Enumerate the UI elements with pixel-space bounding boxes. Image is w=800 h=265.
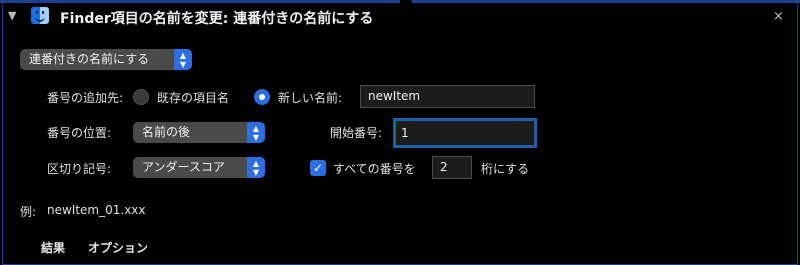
digits-suffix-label: 桁にする — [481, 162, 530, 176]
start-number-field[interactable]: 1 — [393, 118, 537, 148]
digits-checkbox[interactable]: ✓ — [310, 160, 326, 176]
new-name-field[interactable]: newItem — [360, 85, 535, 108]
radio-existing-name-label: 既存の項目名 — [157, 91, 230, 105]
tab-results[interactable]: 結果 — [41, 239, 65, 256]
radio-new-name[interactable] — [254, 89, 270, 105]
separator-popup[interactable]: アンダースコア ▲ ▼ — [133, 157, 265, 178]
add-number-label: 番号の追加先: — [47, 91, 124, 105]
number-position-label: 番号の位置: — [47, 126, 112, 140]
disclosure-triangle-icon[interactable]: ▼ — [8, 9, 16, 22]
radio-existing-name[interactable] — [133, 89, 149, 105]
example-value: newItem_01.xxx — [47, 203, 146, 217]
number-position-popup[interactable]: 名前の後 ▲ ▼ — [133, 122, 265, 143]
separator-label: 区切り記号: — [47, 162, 112, 176]
tab-options[interactable]: オプション — [88, 239, 148, 256]
rename-mode-popup[interactable]: 連番付きの名前にする ▲ ▼ — [20, 49, 192, 70]
digits-field[interactable]: 2 — [432, 156, 472, 179]
close-icon[interactable]: × — [773, 9, 784, 24]
digits-checkbox-label: すべての番号を — [333, 162, 416, 176]
popup-chevron-icon: ▲ ▼ — [174, 49, 192, 70]
example-label: 例: — [20, 205, 37, 219]
popup-chevron-icon: ▲ ▼ — [247, 157, 265, 178]
number-position-value: 名前の後 — [142, 125, 191, 139]
separator-value: アンダースコア — [142, 160, 225, 174]
finder-icon — [31, 7, 49, 24]
rename-mode-value: 連番付きの名前にする — [29, 52, 150, 66]
popup-chevron-icon: ▲ ▼ — [247, 122, 265, 143]
radio-new-name-label: 新しい名前: — [278, 91, 343, 105]
start-number-label: 開始番号: — [330, 126, 383, 140]
action-title: Finder項目の名前を変更: 連番付きの名前にする — [60, 11, 374, 27]
